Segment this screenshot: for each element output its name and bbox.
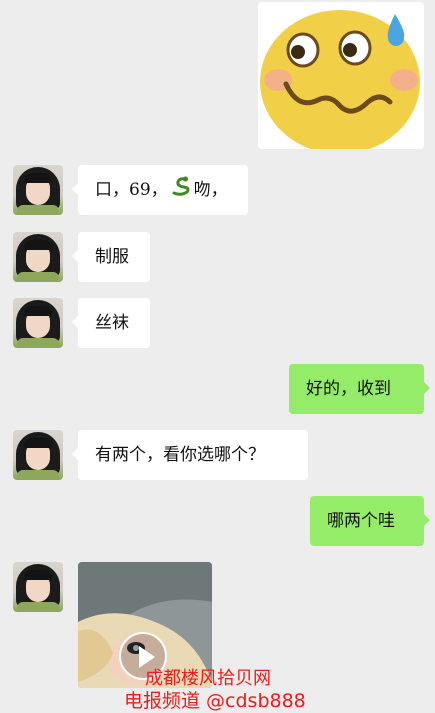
message-text: 有两个，看你选哪个？ — [95, 445, 265, 465]
contact-avatar[interactable] — [13, 562, 63, 612]
message-bubble[interactable]: 哪两个哇 — [310, 496, 430, 546]
contact-avatar[interactable] — [13, 298, 63, 348]
watermark-line-2: 电报频道 @cdsb888 — [124, 690, 306, 712]
contact-avatar[interactable] — [13, 232, 63, 282]
contact-avatar[interactable] — [13, 430, 63, 480]
message-text: 制服 — [95, 247, 129, 267]
contact-avatar[interactable] — [13, 165, 63, 215]
message-bubble[interactable]: 好的，收到 — [289, 364, 430, 414]
snake-icon — [170, 166, 192, 216]
message-text: 好的，收到 — [306, 379, 391, 399]
sweating-emoji-icon — [258, 2, 424, 149]
message-bubble[interactable]: 口，69， 吻， — [72, 165, 248, 216]
message-text: 吻， — [193, 180, 228, 200]
message-text: 丝袜 — [95, 313, 129, 333]
message-bubble[interactable]: 有两个，看你选哪个？ — [72, 430, 308, 480]
message-text: 口，69， — [95, 180, 168, 200]
sticker-message[interactable] — [258, 2, 424, 149]
message-bubble[interactable]: 丝袜 — [72, 298, 150, 348]
message-text: 哪两个哇 — [327, 511, 395, 531]
message-bubble[interactable]: 制服 — [72, 232, 150, 282]
